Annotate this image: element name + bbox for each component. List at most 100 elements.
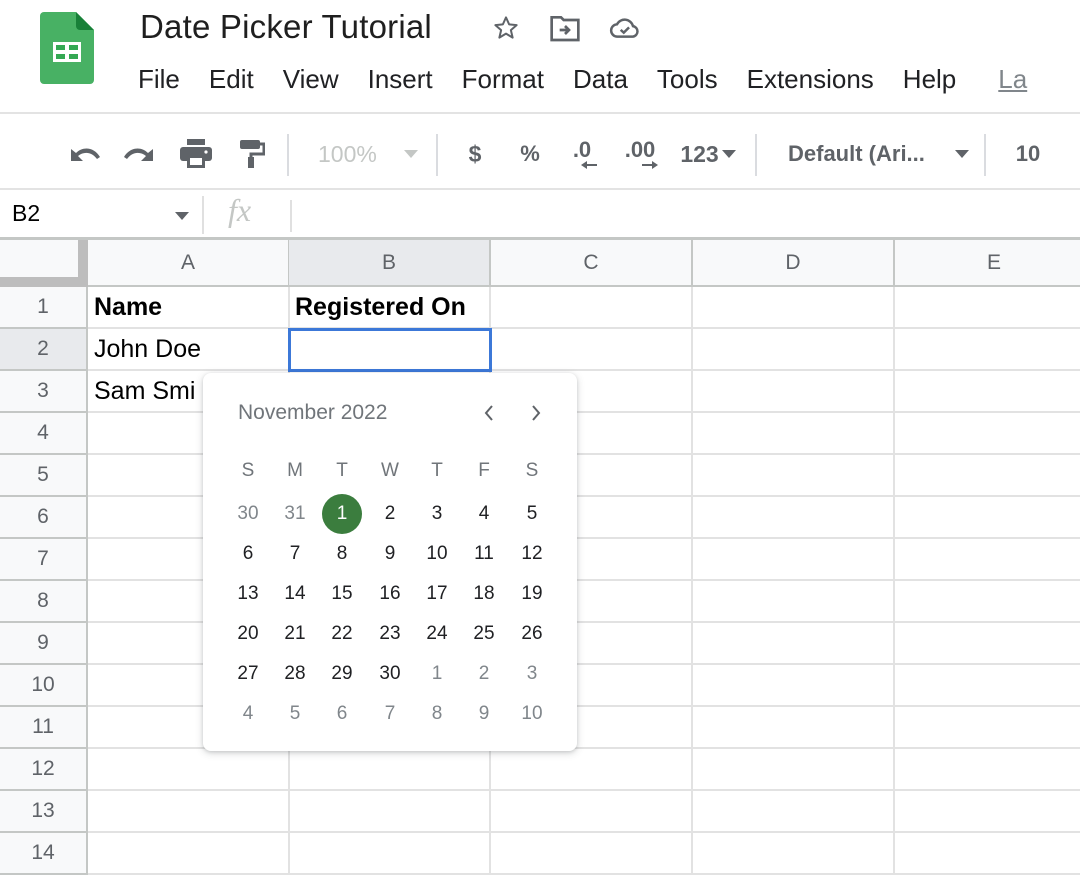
next-month-button[interactable] (522, 399, 550, 427)
cell-e11[interactable] (895, 707, 1080, 749)
calendar-day[interactable]: 30 (370, 654, 410, 694)
menu-help[interactable]: Help (903, 64, 956, 95)
column-header-b[interactable]: B (289, 240, 491, 287)
cell-c14[interactable] (491, 833, 693, 875)
chevron-down-icon[interactable] (174, 211, 190, 221)
calendar-day[interactable]: 29 (322, 654, 362, 694)
cell-e8[interactable] (895, 581, 1080, 623)
cell-a13[interactable] (88, 791, 290, 833)
row-header-4[interactable]: 4 (0, 413, 88, 455)
calendar-day[interactable]: 13 (228, 574, 268, 614)
redo-button[interactable] (120, 134, 160, 174)
name-box[interactable]: B2 (12, 200, 40, 227)
cell-d8[interactable] (693, 581, 895, 623)
undo-button[interactable] (64, 134, 104, 174)
calendar-day[interactable]: 8 (417, 694, 457, 734)
cell-b13[interactable] (289, 791, 491, 833)
cell-e9[interactable] (895, 623, 1080, 665)
cell-d9[interactable] (693, 623, 895, 665)
calendar-day[interactable]: 9 (464, 694, 504, 734)
cell-e4[interactable] (895, 413, 1080, 455)
calendar-day[interactable]: 2 (370, 494, 410, 534)
font-size-input[interactable]: 10 (1008, 134, 1048, 174)
row-header-11[interactable]: 11 (0, 707, 88, 749)
column-header-c[interactable]: C (491, 240, 693, 287)
calendar-day[interactable]: 17 (417, 574, 457, 614)
move-to-folder-icon[interactable] (549, 12, 581, 44)
row-header-6[interactable]: 6 (0, 497, 88, 539)
cloud-saved-icon[interactable] (609, 12, 641, 44)
cell-a12[interactable] (88, 749, 290, 791)
row-header-12[interactable]: 12 (0, 749, 88, 791)
row-header-9[interactable]: 9 (0, 623, 88, 665)
cell-e1[interactable] (895, 287, 1080, 329)
cell-d1[interactable] (693, 287, 895, 329)
row-header-8[interactable]: 8 (0, 581, 88, 623)
cell-d13[interactable] (693, 791, 895, 833)
row-header-7[interactable]: 7 (0, 539, 88, 581)
calendar-day[interactable]: 5 (512, 494, 552, 534)
last-edit-link[interactable]: La (998, 64, 1027, 95)
cell-c2[interactable] (491, 329, 693, 371)
calendar-day[interactable]: 9 (370, 534, 410, 574)
menu-edit[interactable]: Edit (209, 64, 254, 95)
select-all-corner[interactable] (0, 240, 88, 287)
cell-c13[interactable] (491, 791, 693, 833)
cell-e13[interactable] (895, 791, 1080, 833)
calendar-day[interactable]: 27 (228, 654, 268, 694)
calendar-day[interactable]: 2 (464, 654, 504, 694)
calendar-day[interactable]: 16 (370, 574, 410, 614)
paint-format-button[interactable] (234, 134, 270, 174)
row-header-10[interactable]: 10 (0, 665, 88, 707)
more-formats-button[interactable]: 123 (675, 134, 741, 174)
cell-d3[interactable] (693, 371, 895, 413)
calendar-day[interactable]: 30 (228, 494, 268, 534)
percent-format-button[interactable]: % (514, 134, 546, 174)
cell-a14[interactable] (88, 833, 290, 875)
menu-data[interactable]: Data (573, 64, 628, 95)
cell-d14[interactable] (693, 833, 895, 875)
calendar-day[interactable]: 11 (464, 534, 504, 574)
calendar-day[interactable]: 6 (228, 534, 268, 574)
cell-e2[interactable] (895, 329, 1080, 371)
cell-e3[interactable] (895, 371, 1080, 413)
column-header-e[interactable]: E (895, 240, 1080, 287)
menu-insert[interactable]: Insert (368, 64, 433, 95)
menu-tools[interactable]: Tools (657, 64, 718, 95)
print-button[interactable] (176, 134, 216, 174)
sheets-logo-icon[interactable] (40, 12, 94, 84)
row-header-1[interactable]: 1 (0, 287, 88, 329)
cell-b14[interactable] (289, 833, 491, 875)
calendar-day[interactable]: 24 (417, 614, 457, 654)
cell-e12[interactable] (895, 749, 1080, 791)
calendar-day[interactable]: 8 (322, 534, 362, 574)
decrease-decimal-button[interactable]: .0 (562, 134, 602, 174)
cell-d12[interactable] (693, 749, 895, 791)
calendar-day[interactable]: 1 (417, 654, 457, 694)
menu-file[interactable]: File (138, 64, 180, 95)
active-cell-outline[interactable] (288, 328, 492, 372)
cell-e10[interactable] (895, 665, 1080, 707)
calendar-day[interactable]: 28 (275, 654, 315, 694)
calendar-day[interactable]: 25 (464, 614, 504, 654)
calendar-day[interactable]: 7 (370, 694, 410, 734)
column-header-a[interactable]: A (88, 240, 290, 287)
calendar-day[interactable]: 7 (275, 534, 315, 574)
calendar-day[interactable]: 20 (228, 614, 268, 654)
cell-d10[interactable] (693, 665, 895, 707)
increase-decimal-button[interactable]: .00 (618, 134, 662, 174)
menu-format[interactable]: Format (462, 64, 544, 95)
cell-d2[interactable] (693, 329, 895, 371)
currency-format-button[interactable]: $ (460, 134, 490, 174)
row-header-3[interactable]: 3 (0, 371, 88, 413)
calendar-day[interactable]: 6 (322, 694, 362, 734)
cell-e14[interactable] (895, 833, 1080, 875)
calendar-day[interactable]: 23 (370, 614, 410, 654)
cell-d5[interactable] (693, 455, 895, 497)
cell-d7[interactable] (693, 539, 895, 581)
cell-b12[interactable] (289, 749, 491, 791)
calendar-day[interactable]: 22 (322, 614, 362, 654)
calendar-day[interactable]: 3 (417, 494, 457, 534)
calendar-day[interactable]: 26 (512, 614, 552, 654)
row-header-13[interactable]: 13 (0, 791, 88, 833)
